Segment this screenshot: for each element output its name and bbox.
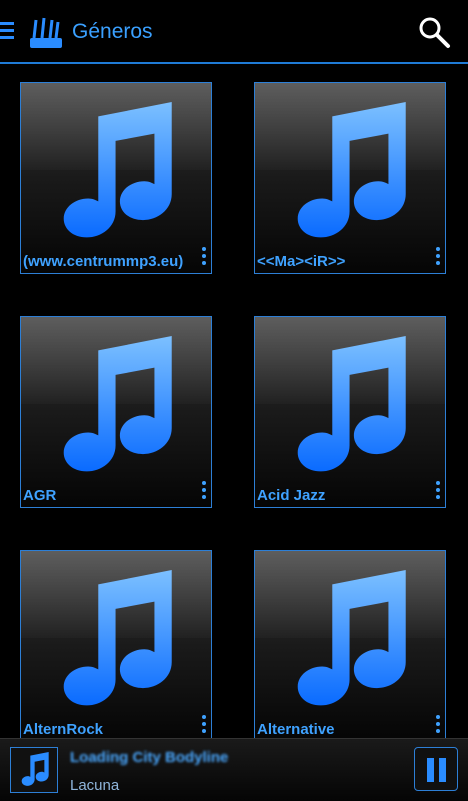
music-note-icon <box>63 102 172 238</box>
genre-tile[interactable]: AGR <box>20 316 212 508</box>
genre-tile[interactable]: AlternRock <box>20 550 212 742</box>
music-note-icon <box>297 336 406 472</box>
guitar-app-icon[interactable] <box>28 16 64 50</box>
genre-tile[interactable]: Acid Jazz <box>254 316 446 508</box>
genre-label: <<Ma><iR>> <box>257 253 346 270</box>
genre-label: (www.centrummp3.eu) <box>23 253 184 270</box>
music-note-icon <box>63 336 172 472</box>
now-playing-bar[interactable]: Loading City Bodyline Lacuna <box>0 738 468 801</box>
now-playing-artist: Lacuna <box>70 777 120 794</box>
genre-label: AlternRock <box>23 721 104 738</box>
pause-button[interactable] <box>414 747 458 791</box>
search-icon[interactable] <box>416 14 452 50</box>
page-title: Géneros <box>72 20 153 43</box>
more-vert-icon[interactable] <box>435 715 441 735</box>
genre-tile[interactable]: (www.centrummp3.eu) <box>20 82 212 274</box>
more-vert-icon[interactable] <box>201 481 207 501</box>
more-vert-icon[interactable] <box>435 481 441 501</box>
music-note-icon <box>21 752 49 786</box>
genre-tile[interactable]: <<Ma><iR>> <box>254 82 446 274</box>
menu-icon[interactable] <box>0 22 14 42</box>
genre-grid: (www.centrummp3.eu) <<Ma><iR>> AGR Acid … <box>0 64 468 800</box>
now-playing-title: Loading City Bodyline <box>70 749 229 766</box>
album-art[interactable] <box>10 747 58 793</box>
music-note-icon <box>63 570 172 706</box>
pause-icon <box>427 758 434 782</box>
more-vert-icon[interactable] <box>201 247 207 267</box>
more-vert-icon[interactable] <box>435 247 441 267</box>
genre-label: Alternative <box>257 721 335 738</box>
top-app-bar: Géneros <box>0 0 468 64</box>
genre-label: AGR <box>23 487 57 504</box>
more-vert-icon[interactable] <box>201 715 207 735</box>
pause-icon <box>439 758 446 782</box>
music-note-icon <box>297 102 406 238</box>
genre-tile[interactable]: Alternative <box>254 550 446 742</box>
genre-label: Acid Jazz <box>257 487 326 504</box>
music-note-icon <box>297 570 406 706</box>
